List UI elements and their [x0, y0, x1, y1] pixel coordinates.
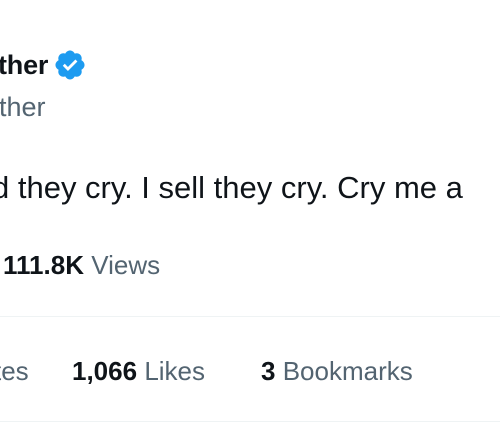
- tweet-detail: ther ther d they cry. I sell they cry. C…: [0, 0, 500, 442]
- likes-label: Likes: [144, 356, 206, 386]
- tweet-text: d they cry. I sell they cry. Cry me a: [0, 170, 463, 205]
- bookmarks-label: Bookmarks: [282, 356, 413, 386]
- verified-badge-icon[interactable]: [53, 48, 87, 82]
- bookmarks-count: 3: [261, 356, 276, 386]
- quotes-stat[interactable]: tes: [0, 354, 29, 388]
- likes-count: 1,066: [72, 356, 138, 386]
- quotes-label: tes: [0, 356, 29, 386]
- views-number: 111.8K: [3, 250, 84, 280]
- divider: [0, 316, 500, 317]
- author-handle[interactable]: ther: [0, 90, 46, 124]
- views-count[interactable]: 111.8K Views: [3, 248, 160, 282]
- bookmarks-stat[interactable]: 3 Bookmarks: [261, 354, 413, 388]
- divider: [0, 421, 500, 422]
- author-display-name[interactable]: ther: [0, 48, 48, 82]
- views-label: Views: [91, 250, 161, 280]
- likes-stat[interactable]: 1,066 Likes: [72, 354, 205, 388]
- author-name-row: ther: [0, 48, 87, 82]
